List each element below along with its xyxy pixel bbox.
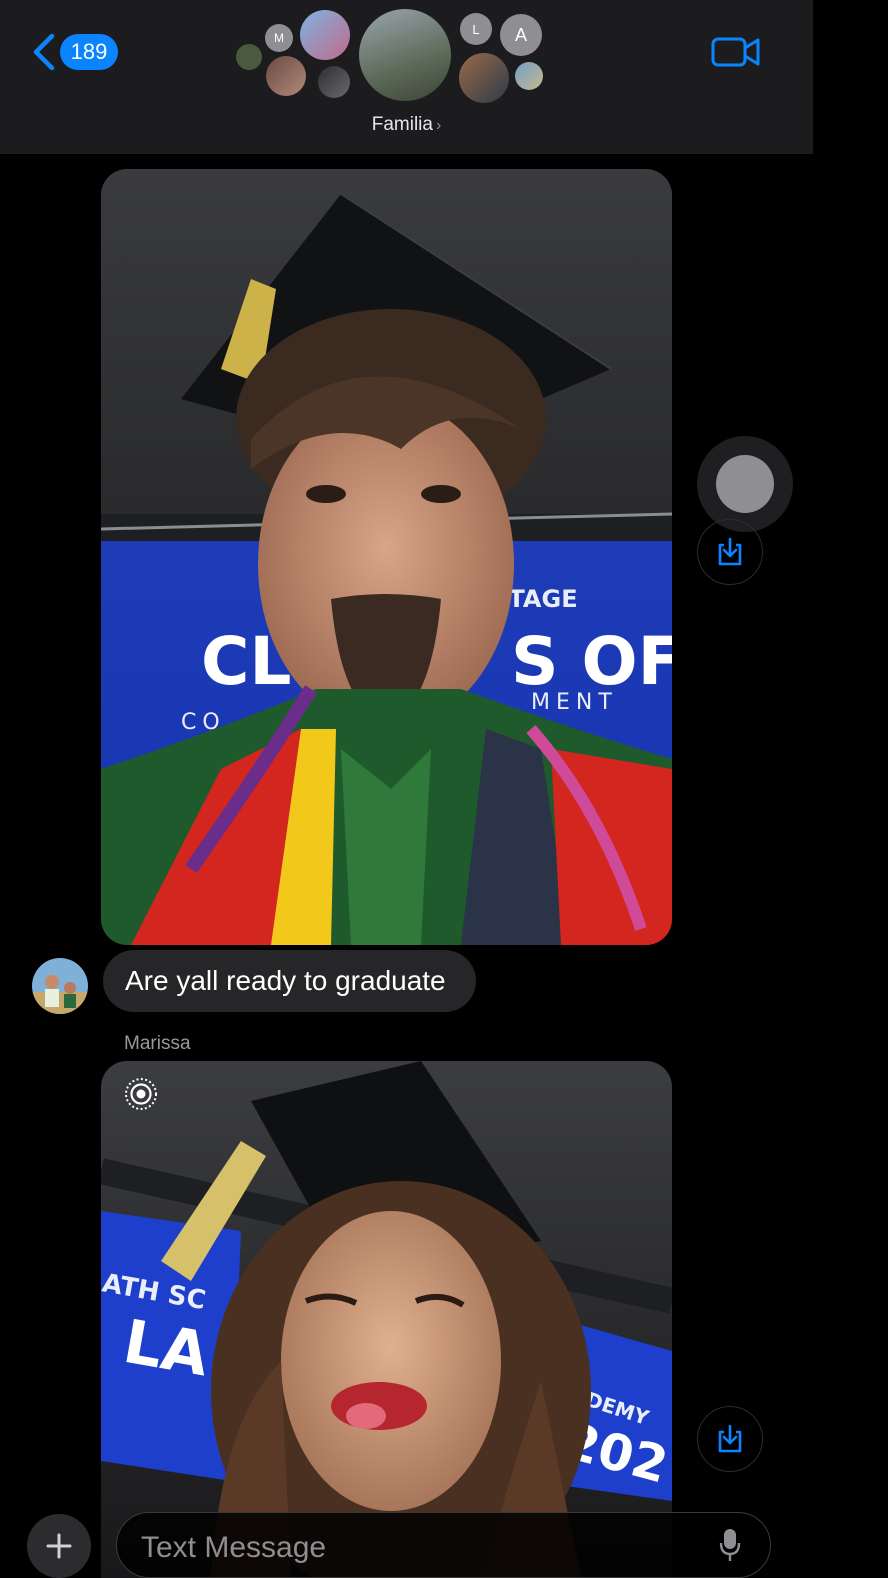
photo-message[interactable]: RITAGE CL S OF MENT CO bbox=[101, 169, 672, 945]
svg-text:S OF: S OF bbox=[511, 623, 672, 700]
add-attachment-button[interactable] bbox=[27, 1514, 91, 1578]
microphone-icon[interactable] bbox=[719, 1527, 741, 1563]
live-photo-icon[interactable] bbox=[124, 1077, 158, 1111]
save-icon bbox=[718, 1424, 742, 1453]
conversation-header: 189 M L A Familia › bbox=[0, 0, 813, 154]
message-input-field[interactable] bbox=[116, 1512, 771, 1578]
member-avatar-letter[interactable]: A bbox=[500, 14, 542, 56]
message-text: Are yall ready to graduate bbox=[125, 965, 446, 996]
group-name[interactable]: Familia › bbox=[0, 114, 813, 136]
plus-icon bbox=[46, 1533, 72, 1559]
save-icon bbox=[718, 537, 742, 566]
sender-name: Marissa bbox=[124, 1033, 191, 1054]
message-input[interactable] bbox=[139, 1525, 703, 1571]
video-camera-icon[interactable] bbox=[710, 34, 762, 70]
member-avatar-letter[interactable]: L bbox=[460, 13, 492, 45]
member-avatar[interactable] bbox=[266, 56, 306, 96]
save-photo-button[interactable] bbox=[697, 1406, 763, 1472]
graduation-photo: ATH SC LA ACADEMY 202 bbox=[101, 1061, 672, 1578]
svg-text:MENT: MENT bbox=[531, 690, 618, 715]
chevron-left-icon bbox=[33, 33, 55, 71]
member-avatar[interactable] bbox=[300, 10, 350, 60]
back-button[interactable]: 189 bbox=[30, 30, 118, 74]
sender-avatar[interactable] bbox=[32, 958, 88, 1014]
member-avatar[interactable] bbox=[318, 66, 350, 98]
member-avatar[interactable] bbox=[459, 53, 509, 103]
capture-button-inner bbox=[716, 455, 774, 513]
member-avatar[interactable] bbox=[236, 44, 262, 70]
capture-button[interactable] bbox=[697, 436, 793, 532]
photo-message[interactable]: ATH SC LA ACADEMY 202 bbox=[101, 1061, 672, 1578]
chevron-right-icon: › bbox=[435, 117, 442, 134]
save-photo-button[interactable] bbox=[697, 519, 763, 585]
member-avatar-main[interactable] bbox=[359, 9, 451, 101]
member-avatar-letter[interactable]: M bbox=[265, 24, 293, 52]
unread-count-badge: 189 bbox=[60, 34, 118, 70]
graduation-photo: RITAGE CL S OF MENT CO bbox=[101, 169, 672, 945]
message-bubble[interactable]: Are yall ready to graduate bbox=[103, 950, 476, 1012]
member-avatar[interactable] bbox=[515, 62, 543, 90]
svg-text:LA: LA bbox=[118, 1307, 214, 1391]
